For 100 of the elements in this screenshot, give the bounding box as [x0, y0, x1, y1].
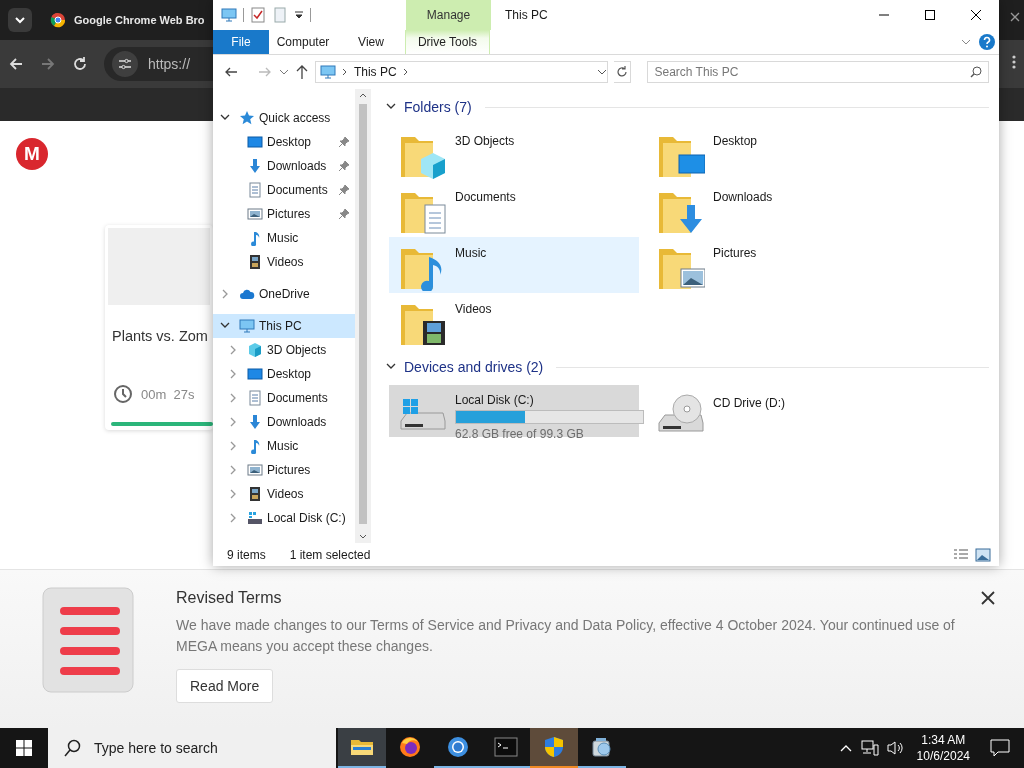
- nav-item[interactable]: Documents: [213, 178, 355, 202]
- nav-item[interactable]: Videos: [213, 250, 355, 274]
- disk-cleanup-icon: [590, 735, 614, 759]
- picture-icon: [247, 462, 263, 478]
- chevron-down-icon: [278, 68, 289, 76]
- computer-icon: [239, 318, 255, 334]
- nav-item[interactable]: Local Disk (C:): [213, 506, 355, 530]
- folder-item[interactable]: Downloads: [647, 181, 897, 237]
- refresh-button[interactable]: [613, 61, 632, 83]
- reload-icon: [72, 56, 88, 72]
- chevron-down-icon: [14, 14, 26, 26]
- nav-item[interactable]: Music: [213, 434, 355, 458]
- download-arrow-icon: [247, 158, 263, 174]
- menu-icon: [1012, 54, 1016, 70]
- section-heading[interactable]: Folders (7): [404, 99, 472, 115]
- nav-item[interactable]: Downloads: [213, 154, 355, 178]
- document-icon: [247, 390, 263, 406]
- forward-arrow-icon: [40, 56, 56, 72]
- computer-icon: [319, 64, 336, 80]
- nav-item[interactable]: Desktop: [213, 362, 355, 386]
- nav-item[interactable]: Quick access: [213, 106, 355, 130]
- search-icon: [64, 739, 82, 757]
- drive-name: Local Disk (C:): [455, 393, 535, 407]
- browser-circle-icon: [50, 12, 66, 28]
- drive-item[interactable]: CD Drive (D:): [647, 385, 897, 437]
- chevron-right-icon: [402, 68, 409, 76]
- ribbon-tab[interactable]: File: [213, 30, 269, 54]
- network-icon: [860, 740, 879, 756]
- chevron-up-icon: [359, 92, 367, 98]
- window-title: This PC: [505, 7, 548, 24]
- ribbon-tab[interactable]: Drive Tools: [405, 30, 490, 54]
- sliders-icon: [118, 57, 132, 71]
- document-lines-icon: [42, 587, 134, 693]
- nav-item[interactable]: Desktop: [213, 130, 355, 154]
- nav-item[interactable]: 3D Objects: [213, 338, 355, 362]
- browser-circle-icon: [446, 735, 470, 759]
- fox-globe-icon: [398, 735, 422, 759]
- windows-logo-icon: [16, 740, 32, 756]
- volume-icon: [886, 740, 905, 756]
- up-arrow-icon: [294, 64, 309, 80]
- folder-item[interactable]: Music: [389, 237, 639, 293]
- nav-item[interactable]: Pictures: [213, 458, 355, 482]
- clock-icon: [113, 384, 133, 404]
- drive-icon: [247, 510, 263, 526]
- monitor-icon: [247, 134, 263, 150]
- chevron-right-icon: [341, 68, 348, 76]
- close-icon: [971, 10, 981, 20]
- nav-item[interactable]: This PC: [213, 314, 355, 338]
- cube-icon: [247, 342, 263, 358]
- back-arrow-icon: [8, 56, 24, 72]
- taskbar-search-box[interactable]: Type here to search: [48, 728, 336, 768]
- search-icon: [970, 66, 982, 78]
- nav-item[interactable]: Pictures: [213, 202, 355, 226]
- nav-item[interactable]: Videos: [213, 482, 355, 506]
- nav-item[interactable]: Downloads: [213, 410, 355, 434]
- nav-item[interactable]: Documents: [213, 386, 355, 410]
- folder-item[interactable]: Videos: [389, 293, 639, 349]
- folder-item[interactable]: Desktop: [647, 125, 897, 181]
- breadcrumb[interactable]: This PC: [353, 65, 397, 79]
- shield-icon: [542, 735, 566, 759]
- search-box[interactable]: Search This PC: [647, 61, 989, 83]
- context-tab-label: Manage: [406, 0, 491, 30]
- ribbon-tab[interactable]: View: [337, 30, 405, 54]
- url-text[interactable]: https://: [148, 56, 191, 72]
- chevron-down-icon: [961, 38, 971, 46]
- chevron-down-icon: [359, 534, 367, 540]
- selection-count: 1 item selected: [289, 547, 371, 562]
- chevron-down-icon: [596, 68, 607, 76]
- maximize-icon: [925, 10, 935, 20]
- tab-search-button[interactable]: [8, 8, 32, 32]
- logo[interactable]: M: [16, 138, 48, 170]
- address-bar[interactable]: This PC: [314, 61, 608, 83]
- ribbon-tab[interactable]: Computer: [269, 30, 337, 54]
- taskbar-search-field[interactable]: Type here to search: [94, 728, 334, 768]
- timer-text: 00m 27s: [141, 386, 195, 402]
- nav-item[interactable]: Music: [213, 226, 355, 250]
- folder-item[interactable]: Documents: [389, 181, 639, 237]
- help-icon: [979, 34, 995, 50]
- properties-icon: [250, 7, 266, 23]
- refresh-icon: [616, 66, 628, 78]
- notification-icon: [990, 739, 1010, 757]
- clock[interactable]: 1:34 AM 10/6/2024: [916, 732, 970, 764]
- site-info-button[interactable]: [112, 51, 138, 77]
- dropdown-caret-icon: [294, 10, 304, 20]
- folder-item[interactable]: 3D Objects: [389, 125, 639, 181]
- section-heading[interactable]: Devices and drives (2): [404, 359, 544, 375]
- picture-icon: [247, 206, 263, 222]
- read-more-button[interactable]: Read More: [176, 669, 274, 703]
- taskbar-app-button[interactable]: [338, 728, 386, 768]
- document-icon: [247, 182, 263, 198]
- film-strip-icon: [247, 254, 263, 270]
- close-icon[interactable]: [980, 590, 996, 606]
- close-icon: [1010, 12, 1020, 22]
- monitor-icon: [247, 366, 263, 382]
- drive-name: CD Drive (D:): [713, 396, 785, 410]
- scrollbar[interactable]: [355, 89, 371, 543]
- folder-item[interactable]: Pictures: [647, 237, 897, 293]
- card-title: Plants vs. Zom: [112, 328, 208, 344]
- nav-item[interactable]: OneDrive: [213, 282, 355, 306]
- star-icon: [239, 110, 255, 126]
